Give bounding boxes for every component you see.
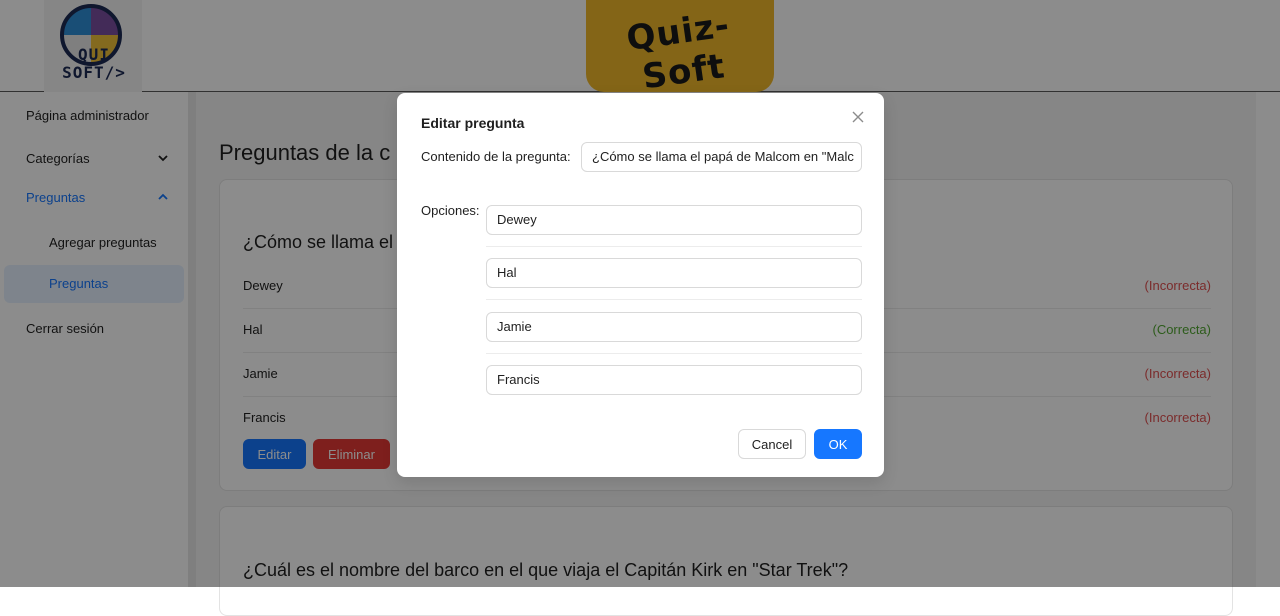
- edit-question-dialog: Editar pregunta Contenido de la pregunta…: [397, 93, 884, 477]
- option-divider: [486, 353, 862, 354]
- option-input[interactable]: Francis: [486, 365, 862, 395]
- options-label: Opciones:: [421, 203, 480, 218]
- option-input[interactable]: Dewey: [486, 205, 862, 235]
- option-input[interactable]: Jamie: [486, 312, 862, 342]
- ok-button[interactable]: OK: [814, 429, 862, 459]
- question-content-input[interactable]: ¿Cómo se llama el papá de Malcom en "Mal…: [581, 142, 862, 172]
- cancel-button[interactable]: Cancel: [738, 429, 806, 459]
- question-content-label: Contenido de la pregunta:: [421, 149, 571, 164]
- option-divider: [486, 299, 862, 300]
- option-input[interactable]: Hal: [486, 258, 862, 288]
- close-icon[interactable]: [849, 109, 867, 127]
- dialog-title: Editar pregunta: [421, 115, 525, 131]
- option-divider: [486, 246, 862, 247]
